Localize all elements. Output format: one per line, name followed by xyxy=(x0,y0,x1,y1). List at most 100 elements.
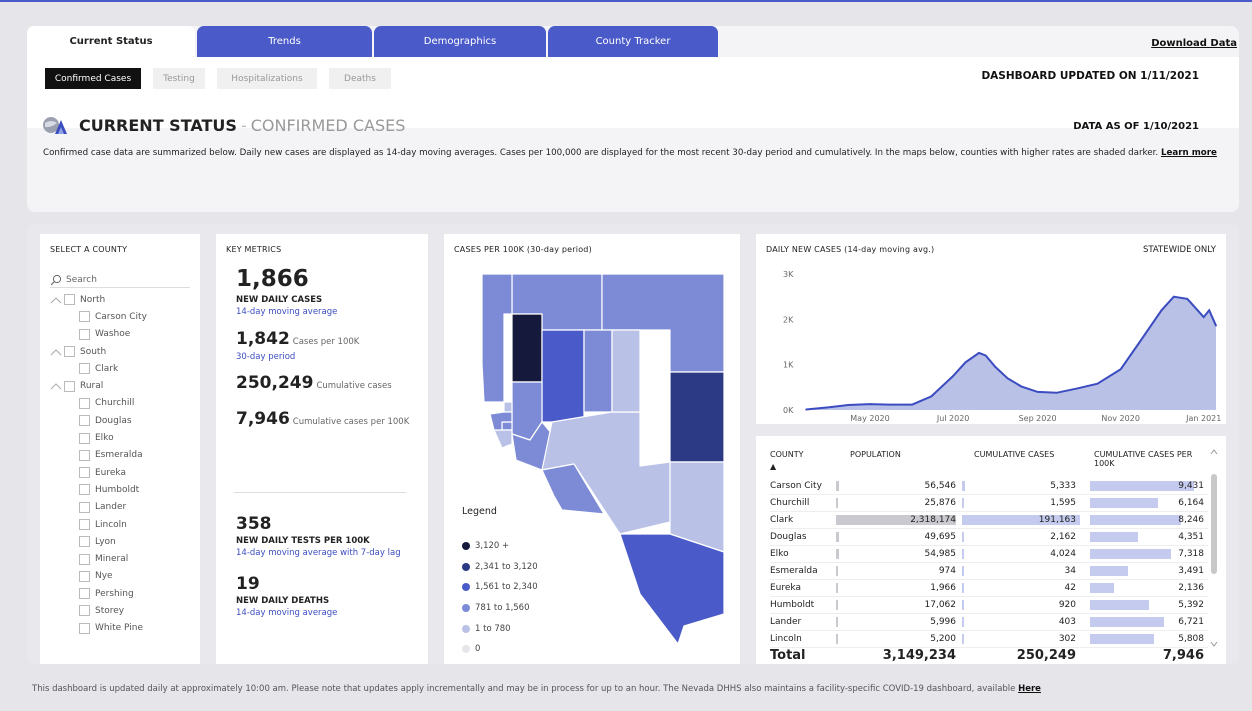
tab-demographics[interactable]: Demographics xyxy=(374,26,546,57)
subtab-testing[interactable]: Testing xyxy=(153,68,205,89)
checkbox[interactable] xyxy=(79,553,90,565)
table-scrollbar-thumb[interactable] xyxy=(1211,474,1217,574)
county-item-storey[interactable]: Storey xyxy=(50,602,147,619)
checkbox[interactable] xyxy=(79,449,90,461)
tab-trends[interactable]: Trends xyxy=(197,26,372,57)
subtab-confirmed-cases[interactable]: Confirmed Cases xyxy=(45,68,141,89)
col-header-cumulative-per-100k[interactable]: CUMULATIVE CASES PER 100K xyxy=(1094,450,1194,468)
county-item-humboldt[interactable]: Humboldt xyxy=(50,481,147,498)
table-row[interactable]: Lander 5,996 403 6,721 xyxy=(770,614,1208,631)
legend-label: 0 xyxy=(475,644,481,655)
county-item-lander[interactable]: Lander xyxy=(50,499,147,516)
data-point xyxy=(1186,298,1189,300)
chevron-up-icon[interactable] xyxy=(50,348,62,356)
table-row[interactable]: Humboldt 17,062 920 5,392 xyxy=(770,597,1208,614)
cell-cases: 34 xyxy=(1064,566,1076,576)
table-row[interactable]: Lincoln 5,200 302 5,808 xyxy=(770,631,1208,648)
table-row[interactable]: Churchill 25,876 1,595 6,164 xyxy=(770,495,1208,512)
checkbox[interactable] xyxy=(79,397,90,409)
tab-county-tracker[interactable]: County Tracker xyxy=(548,26,718,57)
county-item-elko[interactable]: Elko xyxy=(50,429,147,446)
bar-cases xyxy=(962,481,966,491)
subtab-deaths[interactable]: Deaths xyxy=(329,68,391,89)
checkbox[interactable] xyxy=(79,570,90,582)
tab-current-status[interactable]: Current Status xyxy=(27,26,195,57)
x-tick-label: Nov 2020 xyxy=(1101,414,1140,423)
new-daily-cases-label: NEW DAILY CASES xyxy=(236,295,323,305)
data-point xyxy=(828,406,830,409)
col-header-population[interactable]: POPULATION xyxy=(850,450,901,459)
county-item-washoe[interactable]: Washoe xyxy=(50,326,147,343)
county-item-lyon[interactable]: Lyon xyxy=(50,533,147,550)
col-header-county[interactable]: COUNTY ▲ xyxy=(770,450,804,471)
checkbox[interactable] xyxy=(79,432,90,444)
checkbox[interactable] xyxy=(79,588,90,600)
county-item-carson-city[interactable]: Carson City xyxy=(50,308,147,325)
deaths-sub: 14-day moving average xyxy=(236,608,338,618)
cell-county: Douglas xyxy=(770,532,807,542)
data-point xyxy=(1208,309,1210,312)
checkbox[interactable] xyxy=(64,294,75,306)
checkbox[interactable] xyxy=(79,501,90,513)
footer: This dashboard is updated daily at appro… xyxy=(32,684,1041,694)
checkbox[interactable] xyxy=(64,346,75,358)
cases-per-100k-sub: 30-day period xyxy=(236,352,296,362)
checkbox[interactable] xyxy=(79,467,90,479)
checkbox[interactable] xyxy=(79,519,90,530)
daily-cases-chart-panel: DAILY NEW CASES (14-day moving avg.) STA… xyxy=(756,234,1226,424)
checkbox[interactable] xyxy=(79,328,90,340)
bar-per100k xyxy=(1090,617,1165,627)
table-row[interactable]: Douglas 49,695 2,162 4,351 xyxy=(770,529,1208,546)
table-row[interactable]: Clark 2,318,174 191,163 8,246 xyxy=(770,512,1208,529)
county-item-mineral[interactable]: Mineral xyxy=(50,550,147,567)
table-row[interactable]: Eureka 1,966 42 2,136 xyxy=(770,580,1208,597)
county-item-eureka[interactable]: Eureka xyxy=(50,464,147,481)
download-data-link[interactable]: Download Data xyxy=(1151,38,1237,49)
bar-per100k xyxy=(1090,566,1129,576)
data-point xyxy=(1006,377,1009,380)
checkbox[interactable] xyxy=(79,311,90,323)
county-item-white-pine[interactable]: White Pine xyxy=(50,620,147,637)
county-item-clark[interactable]: Clark xyxy=(50,360,147,377)
county-storey xyxy=(503,401,513,413)
county-group-rural[interactable]: Rural xyxy=(50,377,147,394)
county-item-pershing[interactable]: Pershing xyxy=(50,585,147,602)
checkbox[interactable] xyxy=(79,622,90,634)
checkbox[interactable] xyxy=(79,484,90,496)
learn-more-link[interactable]: Learn more xyxy=(1161,148,1217,158)
county-item-douglas[interactable]: Douglas xyxy=(50,412,147,429)
col-header-cumulative-cases[interactable]: CUMULATIVE CASES xyxy=(974,450,1054,459)
data-point xyxy=(978,352,980,354)
subtab-hospitalizations[interactable]: Hospitalizations xyxy=(217,68,317,89)
cell-population: 2,318,174 xyxy=(910,515,956,525)
county-washoe xyxy=(481,273,513,403)
county-group-north[interactable]: North xyxy=(50,291,147,308)
footer-here-link[interactable]: Here xyxy=(1018,684,1041,694)
data-point xyxy=(911,403,913,406)
checkbox[interactable] xyxy=(79,536,90,548)
checkbox[interactable] xyxy=(79,363,90,375)
checkbox[interactable] xyxy=(79,605,90,617)
key-metrics-panel: KEY METRICS 1,866 NEW DAILY CASES 14-day… xyxy=(216,234,428,664)
search-input[interactable]: Search xyxy=(50,272,190,288)
table-row[interactable]: Elko 54,985 4,024 7,318 xyxy=(770,546,1208,563)
county-item-lincoln[interactable]: Lincoln xyxy=(50,516,147,533)
checkbox[interactable] xyxy=(64,380,75,392)
chevron-up-icon[interactable] xyxy=(50,296,62,304)
chevron-up-icon[interactable] xyxy=(50,382,62,390)
county-item-esmeralda[interactable]: Esmeralda xyxy=(50,447,147,464)
cell-per100k: 9,431 xyxy=(1178,481,1204,491)
county-group-south[interactable]: South xyxy=(50,343,147,360)
checkbox[interactable] xyxy=(79,415,90,427)
county-item-nye[interactable]: Nye xyxy=(50,568,147,585)
county-label: Washoe xyxy=(95,329,131,340)
bar-cases xyxy=(962,566,964,576)
table-row[interactable]: Esmeralda 974 34 3,491 xyxy=(770,563,1208,580)
county-item-churchill[interactable]: Churchill xyxy=(50,395,147,412)
legend-swatch xyxy=(462,624,470,633)
col-header-county-label: COUNTY xyxy=(770,450,804,459)
table-row[interactable]: Carson City 56,546 5,333 9,431 xyxy=(770,478,1208,495)
county-selector-panel: SELECT A COUNTY Search North Carson City W… xyxy=(40,234,200,664)
bar-cases xyxy=(962,634,964,644)
data-point xyxy=(888,403,890,406)
